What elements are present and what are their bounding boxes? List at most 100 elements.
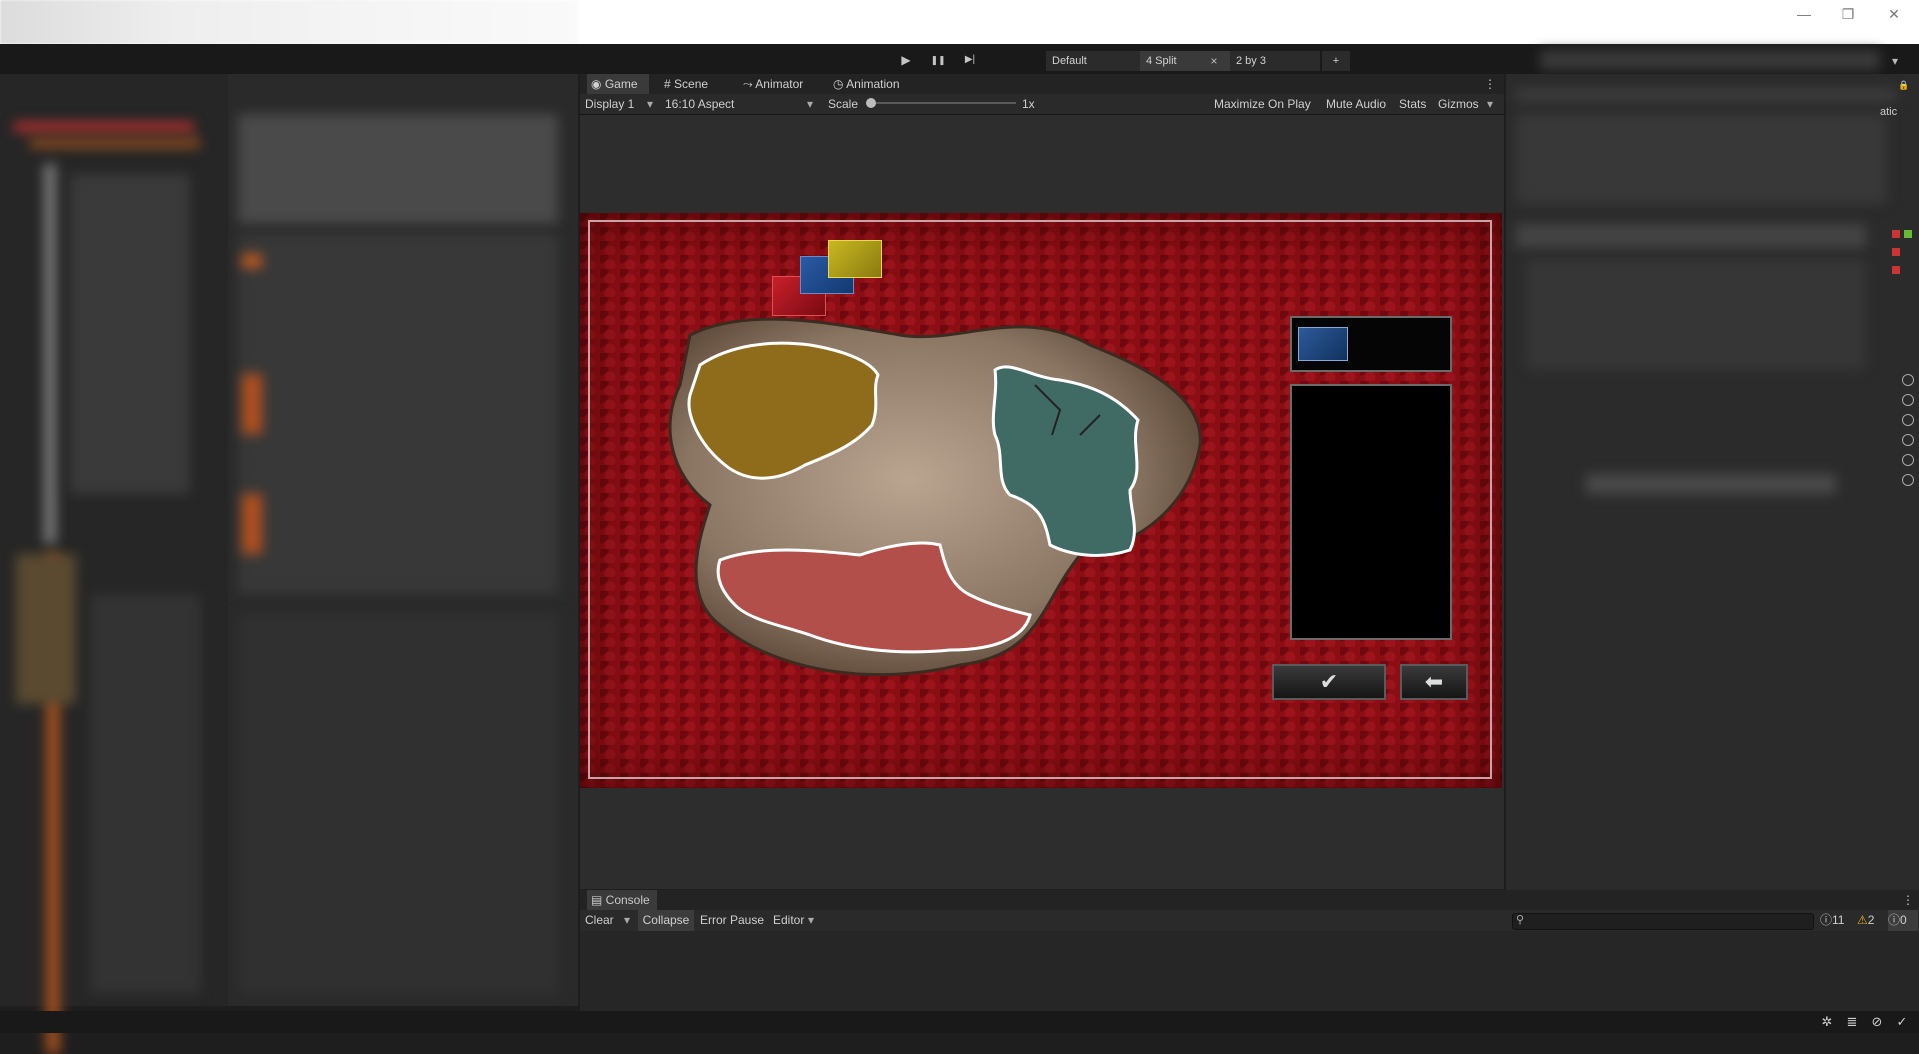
component-icon — [1904, 230, 1912, 238]
error-count: 0 — [1900, 913, 1907, 927]
tab-animation[interactable]: ◷ Animation — [833, 74, 900, 94]
back-button[interactable]: ⬅ — [1400, 664, 1468, 700]
warning-count-toggle[interactable]: ⚠2 — [1857, 910, 1874, 931]
display-dropdown-chevron-icon: ▾ — [647, 97, 654, 111]
gamepad-icon: ◉ — [591, 77, 605, 91]
project-panel — [228, 74, 578, 1006]
window-title-blurred — [0, 0, 578, 44]
editor-dropdown-chevron-icon: ▾ — [808, 913, 815, 927]
target-icon[interactable] — [1902, 374, 1914, 386]
layout-tab-default[interactable]: Default — [1046, 51, 1140, 71]
hierarchy-tree-line — [44, 164, 56, 544]
toolbar-right-blurred — [1540, 50, 1880, 70]
display-dropdown[interactable]: Display 1 — [585, 94, 634, 114]
unit-portrait-icon[interactable] — [1298, 327, 1348, 361]
layout-tab-2-by-3[interactable]: 2 by 3 — [1230, 51, 1320, 71]
scale-label: Scale — [828, 97, 859, 111]
project-icon — [242, 374, 262, 434]
aspect-dropdown[interactable]: 16:10 Aspect — [665, 94, 734, 114]
animator-icon: ⤳ — [743, 77, 756, 91]
restore-button[interactable]: ❐ — [1828, 4, 1868, 24]
gizmos-chevron-icon[interactable]: ▾ — [1487, 94, 1493, 114]
tab-game[interactable]: ◉ Game — [587, 74, 649, 94]
hierarchy-thumb — [16, 554, 76, 704]
bug-icon[interactable]: ✲ — [1818, 1013, 1836, 1031]
territory-map — [668, 317, 1202, 677]
pause-button[interactable]: ❚❚ — [925, 50, 951, 70]
console-search-input[interactable] — [1512, 913, 1814, 930]
hierarchy-row — [30, 138, 200, 148]
target-icon[interactable] — [1902, 434, 1914, 446]
clear-button[interactable]: Clear — [585, 910, 614, 931]
project-rows — [238, 114, 558, 224]
project-icon — [242, 254, 262, 268]
check-circle-icon[interactable]: ✓ — [1893, 1013, 1911, 1031]
close-window-button[interactable]: ✕ — [1874, 4, 1914, 24]
add-component-blurred — [1586, 474, 1836, 494]
yellow-flag-icon[interactable] — [828, 240, 882, 278]
tab-animation-label: Animation — [846, 77, 900, 91]
info-count-toggle[interactable]: ⓘ11 — [1820, 910, 1844, 931]
error-count-toggle[interactable]: ⓘ0 — [1888, 910, 1918, 931]
component-icon — [1892, 266, 1900, 274]
project-rows — [238, 234, 558, 594]
tab-console-label: Console — [605, 893, 650, 907]
inspector-panel: atic 🔒 — [1506, 74, 1919, 890]
network-icon[interactable]: ⊘ — [1868, 1013, 1886, 1031]
view-tab-bar — [580, 74, 1504, 94]
info-count: 11 — [1832, 913, 1845, 927]
tab-scene[interactable]: # Scene — [664, 74, 708, 94]
target-icon[interactable] — [1902, 474, 1914, 486]
tab-scene-label: Scene — [674, 77, 709, 91]
confirm-button[interactable]: ✔ — [1272, 664, 1386, 700]
warning-icon: ⚠ — [1857, 913, 1868, 927]
minimize-button[interactable]: — — [1784, 4, 1824, 24]
warning-count: 2 — [1867, 913, 1875, 927]
scale-slider-track[interactable] — [866, 102, 1016, 104]
error-icon: ⓘ — [1888, 913, 1901, 927]
maximize-on-play-toggle[interactable]: Maximize On Play — [1214, 94, 1311, 114]
inspector-header — [1516, 88, 1896, 102]
target-icon[interactable] — [1902, 394, 1914, 406]
lock-icon[interactable]: 🔒 — [1898, 80, 1910, 92]
inspector-component — [1516, 224, 1866, 248]
error-pause-toggle[interactable]: Error Pause — [700, 910, 764, 931]
scale-value: 1x — [1022, 97, 1035, 111]
editor-dropdown[interactable]: Editor — [773, 910, 804, 931]
console-icon: ▤ — [591, 893, 606, 907]
target-icon[interactable] — [1902, 414, 1914, 426]
console-tab-bar — [580, 890, 1919, 910]
clear-dropdown-chevron-icon[interactable]: ▾ — [624, 910, 630, 931]
play-button[interactable]: ▶ — [893, 50, 919, 70]
inspector-rows — [1516, 114, 1886, 204]
project-rows — [238, 614, 558, 994]
info-icon: ⓘ — [1820, 913, 1833, 927]
scale-slider-handle[interactable] — [866, 98, 876, 108]
aspect-dropdown-chevron-icon: ▾ — [807, 97, 814, 111]
gizmos-toggle[interactable]: Gizmos — [1438, 94, 1479, 114]
tab-console[interactable]: ▤ Console — [587, 890, 657, 910]
clock-icon: ◷ — [833, 77, 847, 91]
stack-icon[interactable]: ≣ — [1843, 1013, 1861, 1031]
add-layout-button[interactable]: + — [1322, 51, 1350, 71]
mute-audio-toggle[interactable]: Mute Audio — [1326, 94, 1386, 114]
console-menu-icon[interactable]: ⋮ — [1902, 890, 1914, 910]
project-icon — [242, 494, 262, 554]
static-toggle[interactable]: atic — [1880, 106, 1919, 122]
console-log[interactable] — [580, 931, 1919, 1011]
tab-animator-label: Animator — [755, 77, 804, 91]
step-button[interactable]: ▶| — [957, 50, 983, 70]
hierarchy-panel — [0, 74, 228, 1054]
grid-icon: # — [664, 77, 675, 91]
stats-toggle[interactable]: Stats — [1399, 94, 1426, 114]
target-icon[interactable] — [1902, 454, 1914, 466]
close-layout-tab-button[interactable]: × — [1207, 51, 1221, 71]
tab-game-label: Game — [604, 77, 638, 91]
collapse-toggle[interactable]: Collapse — [638, 910, 694, 931]
component-icon — [1892, 230, 1900, 238]
search-icon: ⚲ — [1516, 914, 1525, 926]
toolbar-overflow-icon[interactable]: ▾ — [1892, 51, 1910, 71]
hierarchy-rows — [90, 594, 200, 994]
tab-animator[interactable]: ⤳ Animator — [743, 74, 803, 94]
view-menu-icon[interactable]: ⋮ — [1484, 74, 1496, 94]
